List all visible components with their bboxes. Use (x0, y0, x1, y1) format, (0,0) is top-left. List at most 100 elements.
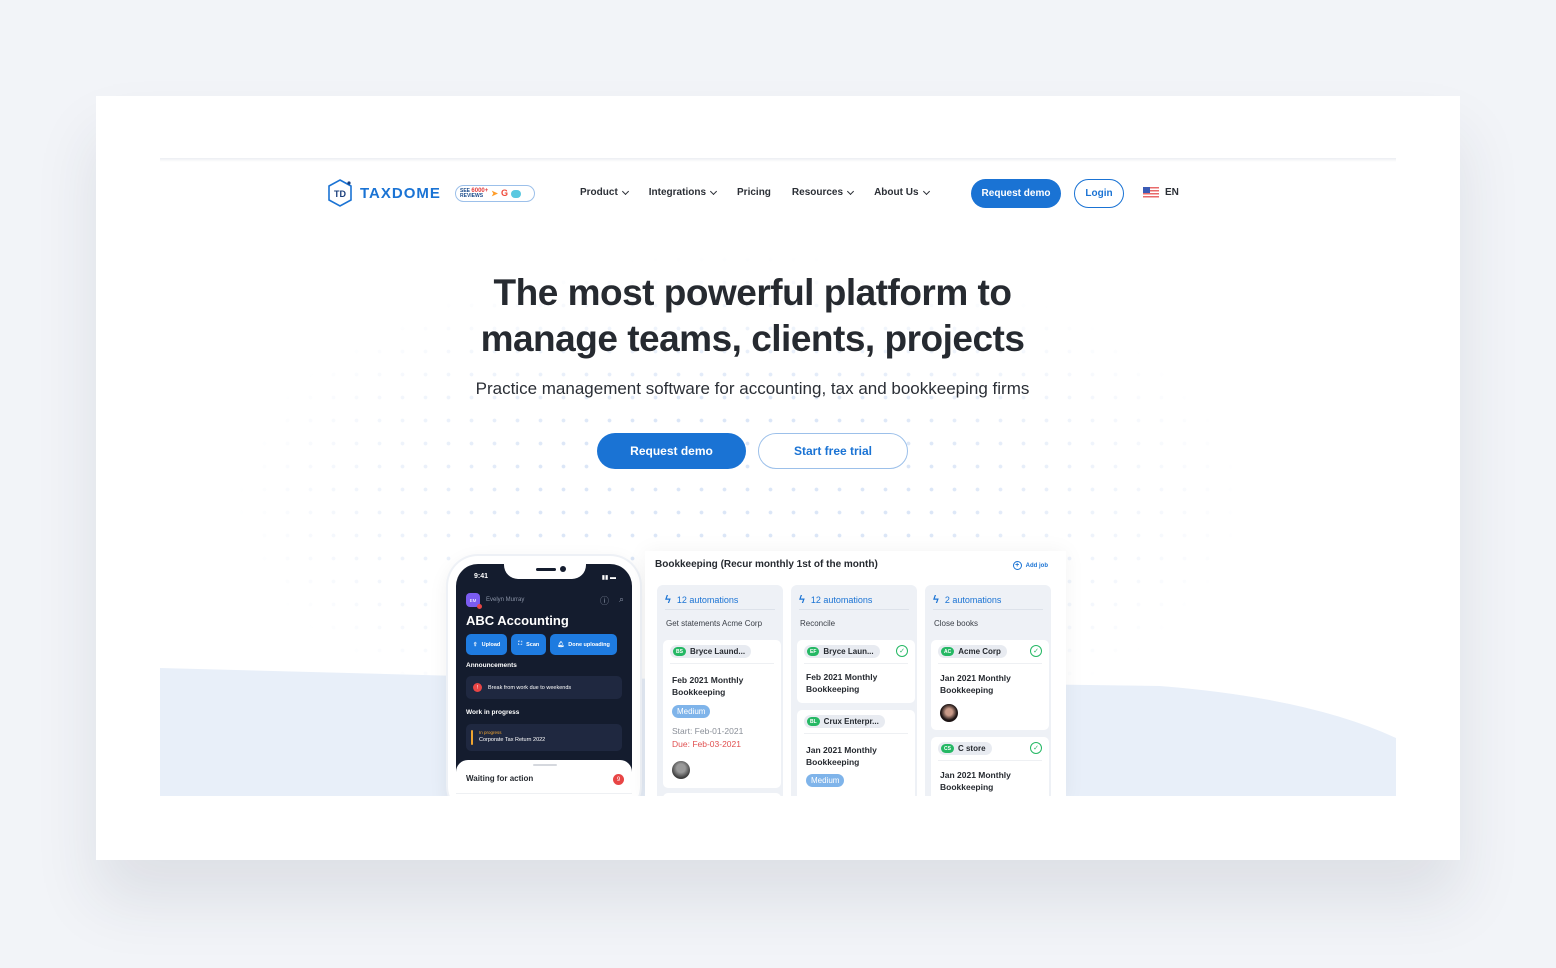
help-icon[interactable]: ⓘ (600, 594, 609, 607)
hero-title: The most powerful platform to manage team… (480, 272, 1025, 359)
add-job-button[interactable]: + Add job (1012, 561, 1048, 570)
divider (938, 663, 1042, 664)
automations-link[interactable]: ϟ 12 automations (799, 590, 909, 610)
taxdome-logo[interactable]: TD TAXDOME (326, 178, 441, 208)
user-avatar[interactable]: EM (466, 593, 482, 609)
arrow-right-icon (510, 189, 521, 198)
job-title: Feb 2021 Monthly Bookkeeping (672, 675, 744, 697)
login-button[interactable]: Login (1074, 179, 1124, 208)
divider (804, 733, 908, 734)
priority-badge: Medium (806, 774, 845, 787)
nav-pricing[interactable]: Pricing (737, 187, 771, 198)
announcement-text: Break from work due to weekends (488, 684, 572, 691)
us-flag-icon (1143, 187, 1159, 198)
phone-screen: 9:41 ▮▮ ▬ EM Evelyn Murray ⓘ ⌕ ABC Accou… (456, 564, 632, 796)
work-in-progress-heading: Work in progress (466, 709, 520, 716)
logo-wordmark: TAXDOME (360, 184, 441, 202)
sheet-handle[interactable] (533, 764, 557, 766)
automations-link[interactable]: ϟ2 automations (933, 590, 1043, 610)
client-chip[interactable]: AC Acme Corp (938, 645, 1007, 658)
pipeline-column: ϟ 12 automations Get statements Acme Corp… (657, 585, 783, 796)
completed-check-icon: ✓ (1030, 645, 1042, 657)
client-chip[interactable]: CS C store (938, 742, 992, 755)
language-selector[interactable]: EN (1143, 187, 1179, 198)
nav-product[interactable]: Product (580, 187, 629, 198)
pipeline-board: Bookkeeping (Recur monthly 1st of the mo… (645, 551, 1066, 796)
client-chip[interactable]: EF Bryce Laun... (804, 645, 880, 658)
language-code: EN (1165, 187, 1179, 198)
pipeline-column: ϟ 12 automations Reconcile EF Bryce Laun..… (791, 585, 917, 796)
job-card[interactable]: CS C store ✓ Jan 2021 Monthly Bookkeeping (931, 737, 1049, 796)
chevron-down-icon (922, 187, 930, 195)
speaker-bar (536, 568, 556, 571)
divider (456, 793, 632, 794)
assignee-avatar[interactable] (940, 704, 958, 722)
pipeline-title: Bookkeeping (Recur monthly 1st of the mo… (655, 559, 878, 570)
work-in-progress-item[interactable]: In progress Corporate Tax Return 2022 (466, 724, 622, 751)
chevron-down-icon (621, 187, 629, 195)
column-task: Reconcile (800, 619, 836, 628)
completed-check-icon: ✓ (1030, 742, 1042, 754)
scan-icon: ⛶ (518, 641, 523, 647)
job-card[interactable]: EF Bryce Laun... ✓ Feb 2021 Monthly Bookk… (797, 640, 915, 703)
search-icon[interactable]: ⌕ (619, 594, 624, 607)
job-card[interactable]: AC Acme Corp ✓ Jan 2021 Monthly Bookkeepi… (931, 640, 1049, 730)
announcement-item[interactable]: ! Break from work due to weekends (466, 676, 622, 699)
announcements-heading: Announcements (466, 662, 517, 669)
completed-check-icon: ✓ (896, 645, 908, 657)
pipeline-column: ϟ2 automations Close books AC Acme Corp ✓… (925, 585, 1051, 796)
user-name: Evelyn Murray (486, 597, 525, 603)
waiting-count-badge: 9 (613, 774, 624, 785)
bell-icon: 🔔︎ (557, 641, 565, 648)
alert-icon: ! (473, 683, 482, 692)
client-chip[interactable]: BL Crux Enterpr... (804, 715, 885, 728)
client-chip[interactable]: BS Bryce Laund... (670, 645, 752, 658)
quick-actions: ⇧ Upload ⛶ Scan 🔔︎ Done uploading (466, 634, 617, 655)
waiting-for-action-sheet[interactable]: Waiting for action 9 (456, 760, 632, 796)
done-uploading-button[interactable]: 🔔︎ Done uploading (550, 634, 617, 655)
reviews-label: SEE 6000+ REVIEWS (460, 187, 489, 199)
start-free-trial-button[interactable]: Start free trial (758, 433, 908, 469)
job-title: Jan 2021 Monthly Bookkeeping (940, 770, 1011, 792)
top-navigation: TD TAXDOME SEE 6000+ REVIEWS ➤ G Product … (160, 176, 1396, 212)
nav-resources[interactable]: Resources (792, 187, 855, 198)
upload-icon: ⇧ (473, 641, 478, 648)
lightning-icon: ϟ (665, 593, 671, 606)
landing-page: TD TAXDOME SEE 6000+ REVIEWS ➤ G Product … (160, 158, 1396, 796)
user-row: EM Evelyn Murray (466, 593, 525, 609)
capterra-icon: ➤ (491, 189, 498, 198)
g2-icon: G (500, 188, 508, 198)
chevron-down-icon (847, 187, 855, 195)
svg-text:TD: TD (334, 189, 346, 199)
lightning-icon: ϟ (933, 593, 939, 606)
header-icons: ⓘ ⌕ (600, 594, 624, 607)
divider (804, 663, 908, 664)
hero-subtitle: Practice management software for account… (475, 379, 1030, 398)
nav-about-us[interactable]: About Us (874, 187, 930, 198)
waiting-for-action-title: Waiting for action (466, 774, 534, 783)
lightning-icon: ϟ (799, 593, 805, 606)
nav-integrations[interactable]: Integrations (649, 187, 718, 198)
hero-request-demo-button[interactable]: Request demo (597, 433, 746, 469)
nav-request-demo-button[interactable]: Request demo (971, 179, 1061, 208)
column-task: Get statements Acme Corp (666, 619, 763, 628)
plus-circle-icon: + (1012, 561, 1022, 570)
start-date: Start: Feb-01-2021 (672, 726, 744, 736)
assignee-avatar[interactable] (672, 761, 690, 779)
column-task: Close books (934, 619, 979, 628)
job-card[interactable]: BS Bryce Laund... Feb 2021 Monthly Bookke… (663, 640, 781, 788)
scan-button[interactable]: ⛶ Scan (511, 634, 547, 655)
due-date: Due: Feb-03-2021 (672, 739, 741, 749)
wip-title: Corporate Tax Return 2022 (479, 737, 546, 743)
job-card[interactable]: BL Crux Enterpr... Jan 2021 Monthly Bookk… (797, 710, 915, 796)
job-card[interactable] (663, 793, 781, 796)
phone-notch (504, 564, 586, 579)
priority-badge: Medium (672, 705, 711, 718)
chevron-down-icon (709, 187, 718, 195)
automations-link[interactable]: ϟ 12 automations (665, 590, 775, 610)
reviews-badge[interactable]: SEE 6000+ REVIEWS ➤ G (455, 185, 535, 202)
company-name: ABC Accounting (466, 613, 569, 628)
divider (938, 760, 1042, 761)
wip-status: In progress (479, 730, 502, 735)
upload-button[interactable]: ⇧ Upload (466, 634, 508, 655)
